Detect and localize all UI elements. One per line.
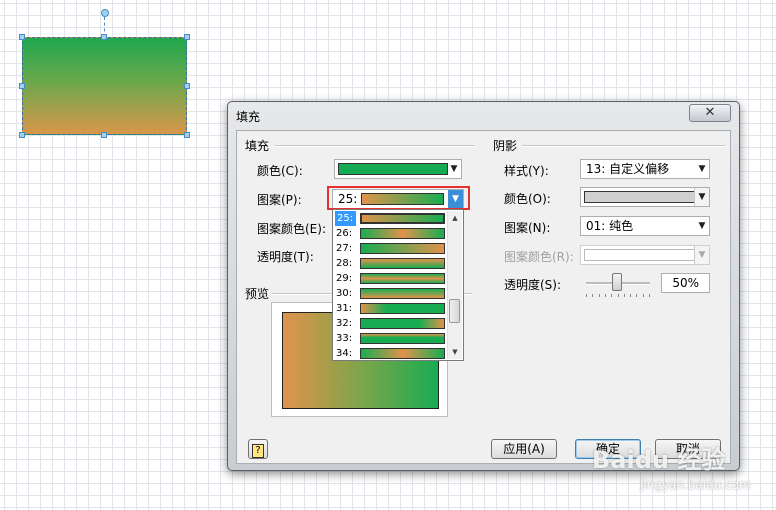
pattern-option-number: 33: xyxy=(336,333,353,344)
resize-handle-bottom-left[interactable] xyxy=(19,132,25,138)
resize-handle-top-middle[interactable] xyxy=(101,34,107,40)
apply-button[interactable]: 应用(A) xyxy=(491,439,557,459)
pattern-option-swatch xyxy=(360,258,445,269)
pattern-option-number: 34: xyxy=(336,348,353,359)
pattern-option[interactable]: 28: xyxy=(334,256,446,271)
fill-color-combo[interactable]: ▼ xyxy=(334,159,462,179)
fill-section-heading: 填充 xyxy=(245,139,270,153)
pattern-option-swatch xyxy=(360,228,445,239)
dialog-title: 填充 xyxy=(236,110,261,124)
pattern-option-swatch xyxy=(360,243,445,254)
shadow-color-combo[interactable]: ▼ xyxy=(580,187,710,207)
pattern-option-number: 30: xyxy=(336,288,353,299)
shadow-pattern-color-swatch xyxy=(584,249,695,261)
shadow-section-divider xyxy=(522,145,725,147)
slider-tick xyxy=(636,294,637,297)
pattern-option-swatch xyxy=(360,333,445,344)
pattern-option[interactable]: 27: xyxy=(334,241,446,256)
chevron-down-icon[interactable]: ▼ xyxy=(694,188,709,206)
baidu-watermark-logo: Baidu 经验 xyxy=(592,446,726,474)
shadow-pattern-combo[interactable]: 01: 纯色 ▼ xyxy=(580,216,710,236)
fill-color-swatch xyxy=(338,163,448,175)
transparency-value-field[interactable]: 50% xyxy=(661,273,710,293)
pattern-option-number: 31: xyxy=(336,303,353,314)
transparency-value: 50% xyxy=(672,276,699,290)
slider-tick xyxy=(630,294,631,297)
pattern-dropdown-list[interactable]: 25: 26: 27: 28: 29: 30: 31: 32: 33: 34: ▲ ▼ xyxy=(332,209,464,361)
fill-color-label: 颜色(C): xyxy=(257,164,303,178)
fill-pattern-label: 图案(P): xyxy=(257,193,302,207)
pattern-option-swatch xyxy=(360,318,445,329)
pattern-option-swatch xyxy=(360,348,445,359)
chevron-down-icon: ▼ xyxy=(694,246,709,264)
fill-section-divider xyxy=(275,145,475,147)
slider-tick xyxy=(649,294,650,297)
slider-tick xyxy=(611,294,612,297)
selected-rectangle-shape[interactable] xyxy=(22,37,187,135)
resize-handle-bottom-middle[interactable] xyxy=(101,132,107,138)
pattern-option[interactable]: 32: xyxy=(334,316,446,331)
pattern-option-swatch xyxy=(360,273,445,284)
slider-tick xyxy=(618,294,619,297)
shadow-pattern-color-label: 图案颜色(R): xyxy=(504,250,574,264)
chevron-down-icon[interactable]: ▼ xyxy=(447,160,461,178)
pattern-option[interactable]: 34: xyxy=(334,346,446,361)
shadow-pattern-label: 图案(N): xyxy=(504,221,551,235)
pattern-option-swatch xyxy=(360,213,445,224)
pattern-option-number: 27: xyxy=(336,243,353,254)
baidu-watermark-url: jingyan.baidu.com xyxy=(640,478,751,492)
shadow-style-combo[interactable]: 13: 自定义偏移 ▼ xyxy=(580,159,710,179)
scroll-down-icon[interactable]: ▼ xyxy=(448,345,462,359)
slider-tick xyxy=(599,294,600,297)
pattern-option-swatch xyxy=(360,288,445,299)
slider-tick xyxy=(592,294,593,297)
shadow-color-swatch xyxy=(584,191,695,203)
pattern-option-number: 29: xyxy=(336,273,353,284)
rotation-handle[interactable] xyxy=(101,9,109,17)
pattern-option[interactable]: 33: xyxy=(334,331,446,346)
pattern-option-number: 32: xyxy=(336,318,353,329)
shadow-pattern-value: 01: 纯色 xyxy=(586,219,634,233)
pattern-option-number: 25: xyxy=(335,211,357,226)
scroll-up-icon[interactable]: ▲ xyxy=(448,211,462,225)
slider-tick xyxy=(586,294,587,297)
chevron-down-icon[interactable]: ▼ xyxy=(695,217,709,235)
slider-tick xyxy=(605,294,606,297)
transparency-slider-thumb[interactable] xyxy=(612,273,622,291)
shadow-color-label: 颜色(O): xyxy=(504,192,551,206)
shadow-section-heading: 阴影 xyxy=(493,139,518,153)
help-icon: ? xyxy=(252,444,264,458)
pattern-option-swatch xyxy=(360,303,445,314)
dropdown-scrollbar[interactable]: ▲ ▼ xyxy=(447,211,462,359)
pattern-option-number: 26: xyxy=(336,228,353,239)
resize-handle-top-right[interactable] xyxy=(184,34,190,40)
preview-heading: 预览 xyxy=(245,287,270,301)
pattern-option[interactable]: 30: xyxy=(334,286,446,301)
close-button[interactable]: ✕ xyxy=(689,104,731,122)
scroll-thumb[interactable] xyxy=(449,299,460,323)
pattern-option[interactable]: 29: xyxy=(334,271,446,286)
shadow-style-label: 样式(Y): xyxy=(504,164,549,178)
pattern-option-number: 28: xyxy=(336,258,353,269)
shadow-pattern-color-combo: ▼ xyxy=(580,245,710,265)
pattern-option[interactable]: 25: xyxy=(334,211,446,226)
shadow-transparency-label: 透明度(S): xyxy=(504,278,562,292)
resize-handle-top-left[interactable] xyxy=(19,34,25,40)
pattern-option[interactable]: 31: xyxy=(334,301,446,316)
pattern-option[interactable]: 26: xyxy=(334,226,446,241)
slider-tick xyxy=(643,294,644,297)
fill-transparency-label: 透明度(T): xyxy=(257,250,314,264)
resize-handle-middle-left[interactable] xyxy=(19,83,25,89)
shadow-style-value: 13: 自定义偏移 xyxy=(586,162,670,176)
chevron-down-icon[interactable]: ▼ xyxy=(695,160,709,178)
slider-ticks xyxy=(586,294,650,298)
resize-handle-bottom-right[interactable] xyxy=(184,132,190,138)
highlight-annotation-box xyxy=(327,186,470,210)
help-button[interactable]: ? xyxy=(248,439,268,459)
resize-handle-middle-right[interactable] xyxy=(184,83,190,89)
fill-pattern-color-label: 图案颜色(E): xyxy=(257,222,326,236)
slider-tick xyxy=(624,294,625,297)
